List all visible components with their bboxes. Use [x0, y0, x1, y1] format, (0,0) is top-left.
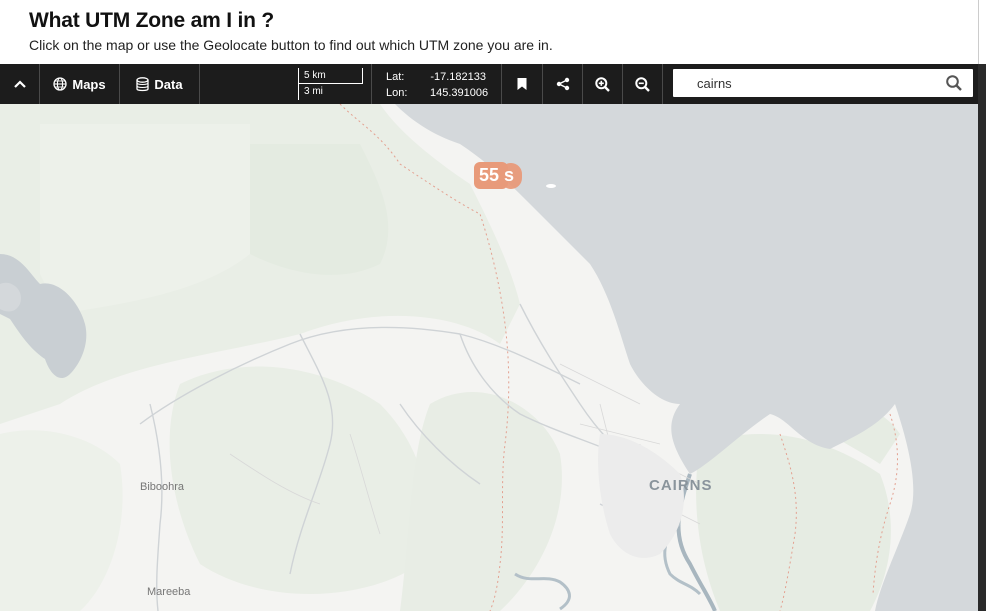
- page-title: What UTM Zone am I in ?: [29, 9, 275, 32]
- scrollbar-track[interactable]: [978, 64, 986, 611]
- utm-zone-badge[interactable]: 55 s: [474, 162, 522, 189]
- database-icon: [136, 76, 150, 91]
- data-label: Data: [154, 76, 183, 92]
- scale-metric: 5 km: [304, 70, 326, 81]
- scrollbar-top: [978, 0, 986, 64]
- toolbar: Maps Data 5 km 3 mi Lat: -17.182133 Lon: 1…: [0, 64, 978, 104]
- bookmark-icon: [517, 78, 527, 90]
- search-input[interactable]: [683, 73, 933, 93]
- map-canvas[interactable]: 55 s CAIRNS Biboohra Mareeba: [0, 104, 978, 611]
- scale-bar: 5 km 3 mi: [298, 68, 363, 100]
- zoom-out-icon: [635, 76, 650, 92]
- coordinate-readout: Lat: -17.182133 Lon: 145.391006: [386, 69, 489, 101]
- search-icon[interactable]: [945, 74, 963, 92]
- lon-label: Lon:: [386, 87, 408, 99]
- utm-zone-label: 55 s: [479, 165, 515, 185]
- scale-imperial: 3 mi: [304, 86, 323, 97]
- lat-label: Lat:: [386, 71, 405, 83]
- bookmark-button[interactable]: [502, 64, 543, 104]
- search-box: [673, 69, 973, 97]
- chevron-up-icon: [13, 80, 26, 88]
- place-label-mareeba: Mareeba: [147, 586, 191, 598]
- page-subtitle: Click on the map or use the Geolocate bu…: [29, 37, 553, 53]
- data-button[interactable]: Data: [120, 64, 200, 104]
- place-label-biboohra: Biboohra: [140, 481, 185, 493]
- zoom-in-button[interactable]: [583, 64, 623, 104]
- zoom-out-button[interactable]: [623, 64, 663, 104]
- maps-button[interactable]: Maps: [40, 64, 120, 104]
- maps-label: Maps: [72, 76, 106, 92]
- lon-value: 145.391006: [430, 87, 489, 99]
- share-button[interactable]: [543, 64, 583, 104]
- zoom-in-icon: [595, 76, 610, 92]
- lat-value: -17.182133: [430, 71, 486, 83]
- share-icon: [556, 77, 569, 91]
- collapse-button[interactable]: [0, 64, 40, 104]
- place-label-cairns: CAIRNS: [649, 477, 713, 494]
- globe-icon: [53, 77, 68, 91]
- page-header: What UTM Zone am I in ? Click on the map…: [0, 0, 986, 64]
